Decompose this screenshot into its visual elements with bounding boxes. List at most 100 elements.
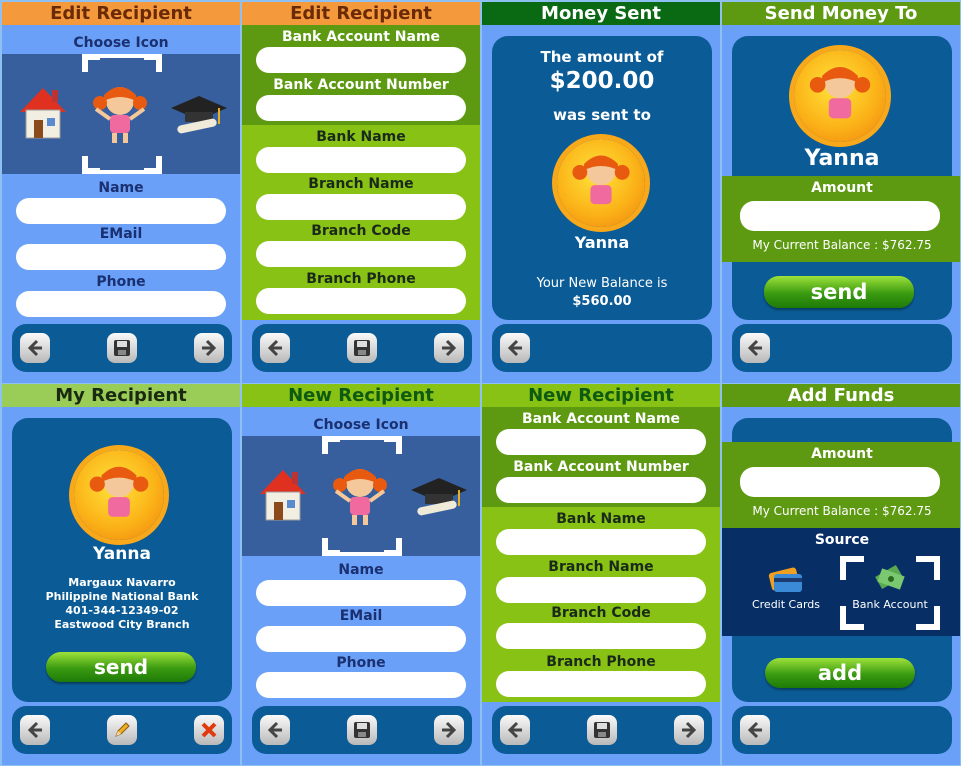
send-button[interactable]: send [764,276,914,308]
screen-title: Edit Recipient [242,2,480,25]
choose-icon-label: Choose Icon [313,417,409,433]
screen-title: Send Money To [722,2,960,25]
name-input[interactable] [256,580,466,606]
save-button[interactable] [347,333,377,363]
bank-account-number-input[interactable] [496,477,706,503]
branch-code-label: Branch Code [311,223,411,239]
branch-code-input[interactable] [496,623,706,649]
branch-phone-input[interactable] [496,671,706,697]
send-button[interactable]: send [46,652,196,682]
save-button[interactable] [587,715,617,745]
email-input[interactable] [16,244,226,270]
email-label: EMail [339,608,383,624]
floppy-disk-icon [354,722,370,738]
bank-account-number-input[interactable] [256,95,466,121]
amount-input[interactable] [740,201,940,231]
detail-bank: Philippine National Bank [45,590,199,603]
back-button[interactable] [500,715,530,745]
forward-button[interactable] [194,333,224,363]
phone-input[interactable] [256,672,466,698]
back-button[interactable] [260,333,290,363]
selection-corner [840,556,864,580]
close-icon [201,722,217,738]
new-balance-value: $560.00 [572,294,632,309]
bank-account-name-label: Bank Account Name [521,411,681,427]
girl-avatar-icon [89,466,149,517]
branch-code-input[interactable] [256,241,466,267]
back-button[interactable] [20,333,50,363]
bank-account-option[interactable]: Bank Account [840,556,940,630]
recipient-name: Yanna [804,146,880,171]
floppy-disk-icon [594,722,610,738]
current-balance-text: My Current Balance : $762.75 [752,238,932,252]
add-funds-card: Amount My Current Balance : $762.75 Sour… [722,418,960,702]
new-recipient-bank-screen: New Recipient Bank Account Name Bank Acc… [482,384,720,765]
back-button[interactable] [740,715,770,745]
choose-icon-label: Choose Icon [73,35,169,51]
phone-input[interactable] [16,291,226,317]
bank-name-input[interactable] [496,529,706,555]
graduation-cap-icon[interactable] [407,476,469,524]
bank-account-name-label: Bank Account Name [281,29,441,45]
selection-bar-bottom [98,170,146,174]
icon-picker[interactable] [242,436,480,556]
amount-label: Amount [811,180,873,196]
save-button[interactable] [107,333,137,363]
nav-bar [252,706,472,754]
back-button[interactable] [20,715,50,745]
add-funds-screen: Add Funds Amount My Current Balance : $7… [722,384,960,765]
back-button[interactable] [500,333,530,363]
bank-name-input[interactable] [256,147,466,173]
branch-name-input[interactable] [496,577,706,603]
forward-button[interactable] [434,715,464,745]
name-input[interactable] [16,198,226,224]
nav-bar [252,324,472,372]
screen-title: Money Sent [482,2,720,25]
back-button[interactable] [740,333,770,363]
arrow-left-icon [267,339,282,357]
delete-button[interactable] [194,715,224,745]
nav-bar [732,706,952,754]
edit-button[interactable] [107,715,137,745]
email-input[interactable] [256,626,466,652]
recipient-avatar [794,50,886,142]
girl-avatar-icon[interactable] [330,461,390,533]
floppy-disk-icon [114,340,130,356]
amount-input[interactable] [740,467,940,497]
girl-avatar-icon[interactable] [90,79,150,151]
amount-label: Amount [811,446,873,462]
selection-bar-top [338,436,386,440]
branch-name-input[interactable] [256,194,466,220]
girl-avatar-icon [809,66,871,119]
back-button[interactable] [260,715,290,745]
graduation-cap-icon[interactable] [167,94,229,142]
icon-picker[interactable] [2,54,240,174]
nav-bar [492,706,712,754]
recipient-avatar [74,450,164,540]
bank-account-name-input[interactable] [256,47,466,73]
arrow-right-icon [202,339,217,357]
detail-account: 401-344-12349-02 [65,604,179,617]
amount-value: $200.00 [549,68,655,94]
branch-phone-input[interactable] [256,288,466,314]
recipient-name: Yanna [93,544,151,564]
house-icon[interactable] [254,464,312,530]
new-balance-label: Your New Balance is [536,276,668,291]
credit-cards-option[interactable]: Credit Cards [746,564,826,614]
branch-code-label: Branch Code [551,605,651,621]
house-icon[interactable] [14,82,72,148]
money-sent-screen: Money Sent The amount of $200.00 was sen… [482,2,720,383]
forward-button[interactable] [674,715,704,745]
amount-intro-text: The amount of [540,48,664,66]
arrow-left-icon [27,339,42,357]
forward-button[interactable] [434,333,464,363]
save-button[interactable] [347,715,377,745]
bank-account-name-input[interactable] [496,429,706,455]
recipient-avatar [557,139,645,227]
bank-name-label: Bank Name [556,511,646,527]
nav-bar [732,324,952,372]
new-recipient-screen: New Recipient Choose Icon Name EMail Pho… [242,384,480,765]
add-button[interactable]: add [765,658,915,688]
selection-bar-bottom [338,552,386,556]
branch-phone-label: Branch Phone [546,654,656,670]
